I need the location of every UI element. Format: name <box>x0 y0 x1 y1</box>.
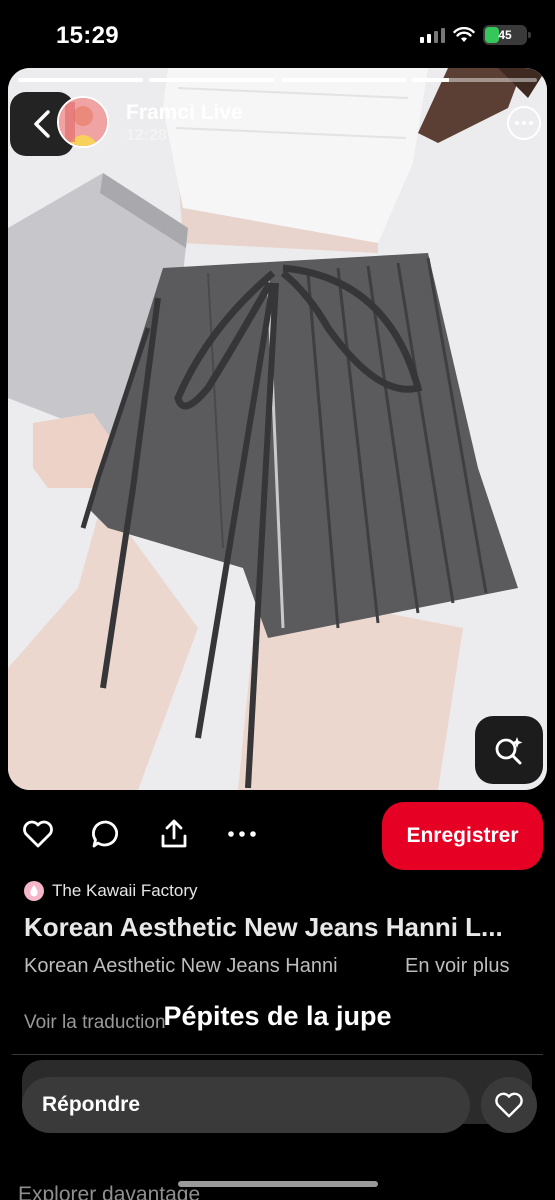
see-more-link[interactable]: En voir plus <box>405 955 510 978</box>
avatar-image <box>59 98 107 146</box>
reply-input[interactable] <box>22 1077 470 1133</box>
posted-time: 12:28 <box>126 127 167 144</box>
dot <box>529 121 533 125</box>
more-horizontal-icon <box>228 831 256 837</box>
brand-row[interactable]: The Kawaii Factory <box>24 881 198 901</box>
battery-level: 45 <box>498 28 512 42</box>
wifi-icon <box>453 27 475 42</box>
dot <box>515 121 519 125</box>
progress-fill <box>18 78 144 82</box>
cellular-signal-icon <box>420 27 445 43</box>
pin-description: Korean Aesthetic New Jeans Hanni <box>24 955 338 977</box>
divider <box>12 1054 543 1055</box>
progress-segment <box>411 78 537 82</box>
more-options-button[interactable] <box>507 106 541 140</box>
status-icons: 45 <box>420 25 531 45</box>
comment-icon <box>92 820 118 848</box>
brand-name[interactable]: The Kawaii Factory <box>52 881 198 901</box>
like-story-button[interactable] <box>481 1077 537 1133</box>
channel-name[interactable]: Framci Live <box>126 101 243 125</box>
progress-fill <box>149 78 275 82</box>
brand-logo-icon <box>24 881 44 901</box>
share-button[interactable] <box>156 816 192 852</box>
dot <box>522 121 526 125</box>
home-indicator[interactable] <box>178 1181 378 1187</box>
progress-segment <box>149 78 275 82</box>
story-caption: Pépites de la jupe <box>163 1001 392 1031</box>
channel-avatar[interactable] <box>57 96 109 148</box>
heart-icon <box>23 820 53 848</box>
chevron-left-icon <box>34 110 50 138</box>
like-pin-button[interactable] <box>20 816 56 852</box>
progress-segment <box>280 78 406 82</box>
story-progress <box>18 78 537 82</box>
more-button[interactable] <box>224 816 260 852</box>
visual-search-button[interactable] <box>475 716 543 784</box>
battery-icon: 45 <box>483 25 531 45</box>
status-time: 15:29 <box>56 22 119 49</box>
share-icon <box>161 819 187 848</box>
comment-button[interactable] <box>88 816 124 852</box>
story-photo <box>8 68 547 790</box>
progress-fill <box>280 78 406 82</box>
save-button[interactable]: Enregistrer <box>382 802 543 870</box>
progress-fill <box>411 78 450 82</box>
status-bar: 15:29 45 <box>0 0 555 70</box>
heart-icon <box>495 1092 523 1118</box>
pin-title: Korean Aesthetic New Jeans Hanni L... <box>24 912 503 942</box>
story-card[interactable] <box>8 68 547 790</box>
explore-more-label[interactable]: Explorer davantage <box>18 1183 200 1200</box>
lens-search-icon <box>495 737 523 765</box>
progress-segment <box>18 78 144 82</box>
